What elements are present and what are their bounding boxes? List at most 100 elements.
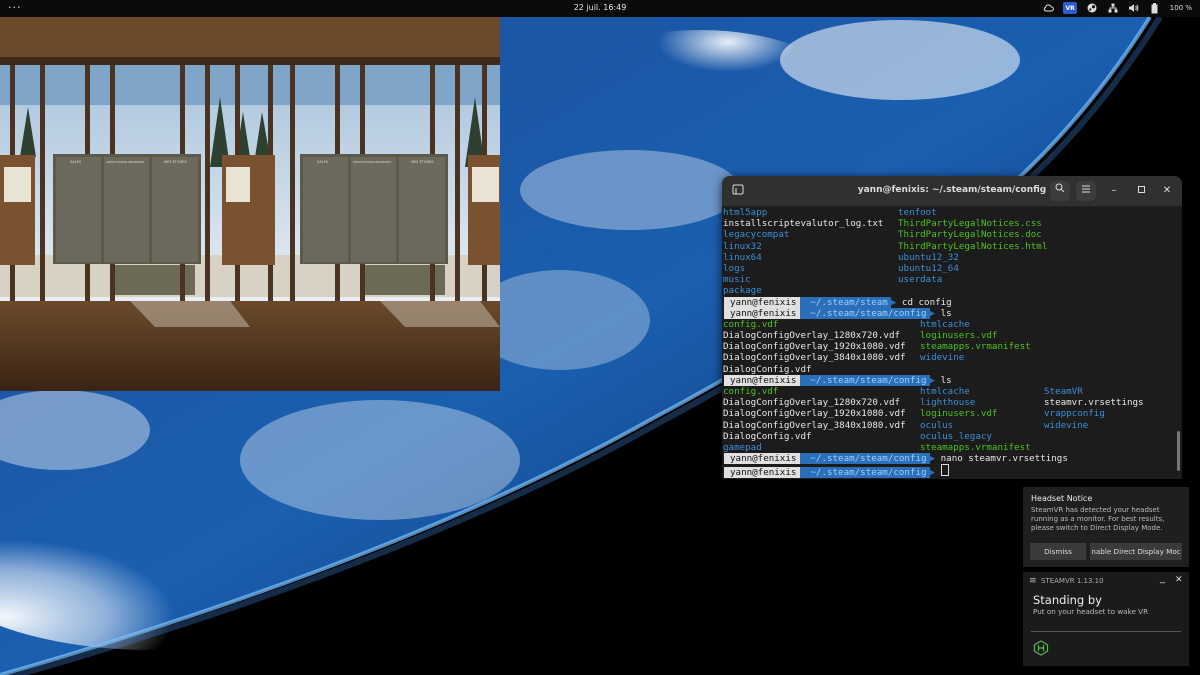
terminal-line: installscriptevalutor_log.txt ThirdPartyL… [722, 218, 1182, 229]
system-tray: VR 100 % [1042, 2, 1192, 14]
vr-right-eye-view: SALES APPLICATIONS RÉCENTES MES ÉTUDES [250, 17, 500, 391]
terminal-entry: oculus_legacy [920, 430, 992, 442]
prompt-path: ~/.steam/steam [800, 296, 891, 308]
terminal-entry: DialogConfigOverlay_1280x720.vdf [723, 397, 901, 409]
terminal-line: config.vdf htmlcache [722, 319, 1182, 330]
terminal-entry: installscriptevalutor_log.txt [723, 218, 884, 230]
battery-icon[interactable] [1149, 2, 1161, 14]
terminal-entry: steamapps.vrmanifest [920, 341, 1031, 353]
shell-prompt: yann@fenixis ~/.steam/steam/config ▶ [724, 464, 949, 479]
vr-panel-label: SALES [317, 160, 329, 164]
prompt-user: yann@fenixis [724, 374, 801, 386]
terminal-entry: DialogConfigOverlay_1920x1080.vdf [723, 341, 906, 353]
terminal-entry: html5app [723, 207, 768, 218]
steamvr-version: STEAMVR 1.13.10 [1041, 577, 1104, 585]
vr-panel-label: MES ÉTUDES [411, 159, 434, 164]
text-cursor [940, 464, 949, 477]
prompt-path: ~/.steam/steam/config [800, 307, 930, 319]
command-text: cd config [901, 296, 952, 308]
headset-icon[interactable] [1033, 640, 1049, 656]
terminal-entry: ThirdPartyLegalNotices.html [898, 240, 1048, 252]
terminal-entry: DialogConfigOverlay_3840x1080.vdf [723, 419, 906, 431]
terminal-entry: vrappconfig [1044, 408, 1105, 420]
steam-icon[interactable] [1086, 2, 1098, 14]
cloud-icon[interactable] [1042, 2, 1054, 14]
prompt-user: yann@fenixis [724, 453, 801, 465]
vr-icon[interactable]: VR [1063, 2, 1077, 14]
terminal-entry: DialogConfig.vdf [723, 430, 812, 442]
terminal-entry: htmlcache [920, 386, 970, 397]
prompt-path: ~/.steam/steam/config [800, 453, 930, 465]
terminal-entry: DialogConfig.vdf [723, 363, 812, 375]
terminal-line: legacycompat ThirdPartyLegalNotices.doc [722, 229, 1182, 240]
terminal-line: DialogConfigOverlay_3840x1080.vdf oculus w… [722, 420, 1182, 431]
prompt-arrow-icon: ▶ [929, 453, 941, 465]
vr-panel-label: MES ÉTUDES [164, 159, 187, 164]
top-bar: ··· 22 juil. 16:49 VR 100 % [0, 0, 1200, 17]
dismiss-button[interactable]: Dismiss [1030, 543, 1086, 560]
notice-title: Headset Notice [1031, 494, 1093, 503]
vr-mirror-window[interactable]: SALES APPLICATIONS RÉCENTES MES ÉTUDES S… [0, 17, 500, 391]
network-icon[interactable] [1107, 2, 1119, 14]
terminal-entry: linux64 [723, 251, 762, 263]
prompt-arrow-icon: ▶ [929, 467, 941, 479]
enable-direct-display-button[interactable]: nable Direct Display Moc [1090, 543, 1182, 560]
terminal-entry: ubuntu12_32 [898, 251, 959, 263]
terminal-entry: logs [723, 262, 746, 274]
menu-icon[interactable] [1076, 181, 1096, 201]
steamvr-status-window[interactable]: ≡ STEAMVR 1.13.10 _ ✕ Standing by Put on… [1023, 572, 1189, 666]
shell-prompt: yann@fenixis ~/.steam/steam/config ▶ ls [724, 374, 952, 386]
steamvr-status-text: Standing by [1033, 593, 1102, 607]
terminal-entry: loginusers.vdf [920, 408, 998, 420]
prompt-user: yann@fenixis [724, 307, 801, 319]
terminal-entry: steamvr.vrsettings [1044, 397, 1144, 409]
maximize-icon[interactable] [1134, 184, 1148, 198]
terminal-entry: DialogConfigOverlay_1920x1080.vdf [723, 408, 906, 420]
terminal-entry: DialogConfigOverlay_3840x1080.vdf [723, 352, 906, 364]
prompt-path: ~/.steam/steam/config [800, 374, 930, 386]
terminal-line: yann@fenixis ~/.steam/steam/config ▶ [722, 464, 1182, 479]
prompt-path: ~/.steam/steam/config [800, 467, 930, 479]
terminal-entry: loginusers.vdf [920, 330, 998, 342]
terminal-entry: music [723, 274, 751, 286]
terminal-line: linux64 ubuntu12_32 [722, 252, 1182, 263]
vr-panel-label: APPLICATIONS RÉCENTES [106, 159, 144, 164]
terminal-line: DialogConfigOverlay_3840x1080.vdf widevin… [722, 352, 1182, 363]
command-text: ls [940, 307, 952, 319]
command-text: nano steamvr.vrsettings [940, 453, 1068, 465]
terminal-line: linux32 ThirdPartyLegalNotices.html [722, 241, 1182, 252]
terminal-entry: legacycompat [723, 229, 790, 241]
vr-left-eye-view: SALES APPLICATIONS RÉCENTES MES ÉTUDES [0, 17, 250, 391]
notice-body: SteamVR has detected your headset runnin… [1031, 506, 1165, 532]
close-icon[interactable]: ✕ [1160, 184, 1174, 198]
terminal-line: DialogConfigOverlay_1920x1080.vdf loginus… [722, 408, 1182, 419]
terminal-line: yann@fenixis ~/.steam/steam ▶ cd config [722, 296, 1182, 308]
terminal-entry: ThirdPartyLegalNotices.css [898, 218, 1042, 230]
terminal-output[interactable]: html5app tenfoot installscriptevalutor_log… [722, 207, 1182, 479]
minimize-button[interactable]: _ [1160, 573, 1165, 584]
steamvr-hint-text: Put on your headset to wake VR [1033, 607, 1149, 616]
search-icon[interactable] [1050, 181, 1070, 201]
terminal-entry: widevine [1044, 419, 1089, 431]
terminal-line: DialogConfigOverlay_1280x720.vdf loginuse… [722, 330, 1182, 341]
clock[interactable]: 22 juil. 16:49 [0, 3, 1200, 12]
terminal-line: yann@fenixis ~/.steam/steam/config ▶ ls [722, 374, 1182, 386]
divider [1031, 631, 1181, 632]
terminal-entry: widevine [920, 352, 965, 364]
minimize-icon[interactable]: – [1107, 184, 1121, 198]
terminal-line: yann@fenixis ~/.steam/steam/config ▶ nano … [722, 453, 1182, 465]
volume-icon[interactable] [1128, 2, 1140, 14]
terminal-line: DialogConfigOverlay_1280x720.vdf lighthou… [722, 397, 1182, 408]
prompt-arrow-icon: ▶ [929, 307, 941, 319]
headset-notice-popup: Headset Notice SteamVR has detected your… [1023, 487, 1189, 567]
terminal-window[interactable]: yann@fenixis: ~/.steam/steam/config – ✕ … [722, 176, 1182, 479]
terminal-line: DialogConfigOverlay_1920x1080.vdf steamap… [722, 341, 1182, 352]
terminal-entry: userdata [898, 274, 943, 286]
battery-percentage: 100 % [1169, 4, 1192, 12]
prompt-arrow-icon: ▶ [890, 296, 902, 308]
hamburger-menu-icon[interactable]: ≡ [1029, 576, 1037, 586]
prompt-user: yann@fenixis [724, 467, 801, 479]
terminal-scrollbar[interactable] [1177, 431, 1180, 471]
close-button[interactable]: ✕ [1175, 575, 1183, 585]
terminal-header[interactable]: yann@fenixis: ~/.steam/steam/config – ✕ [722, 176, 1182, 207]
